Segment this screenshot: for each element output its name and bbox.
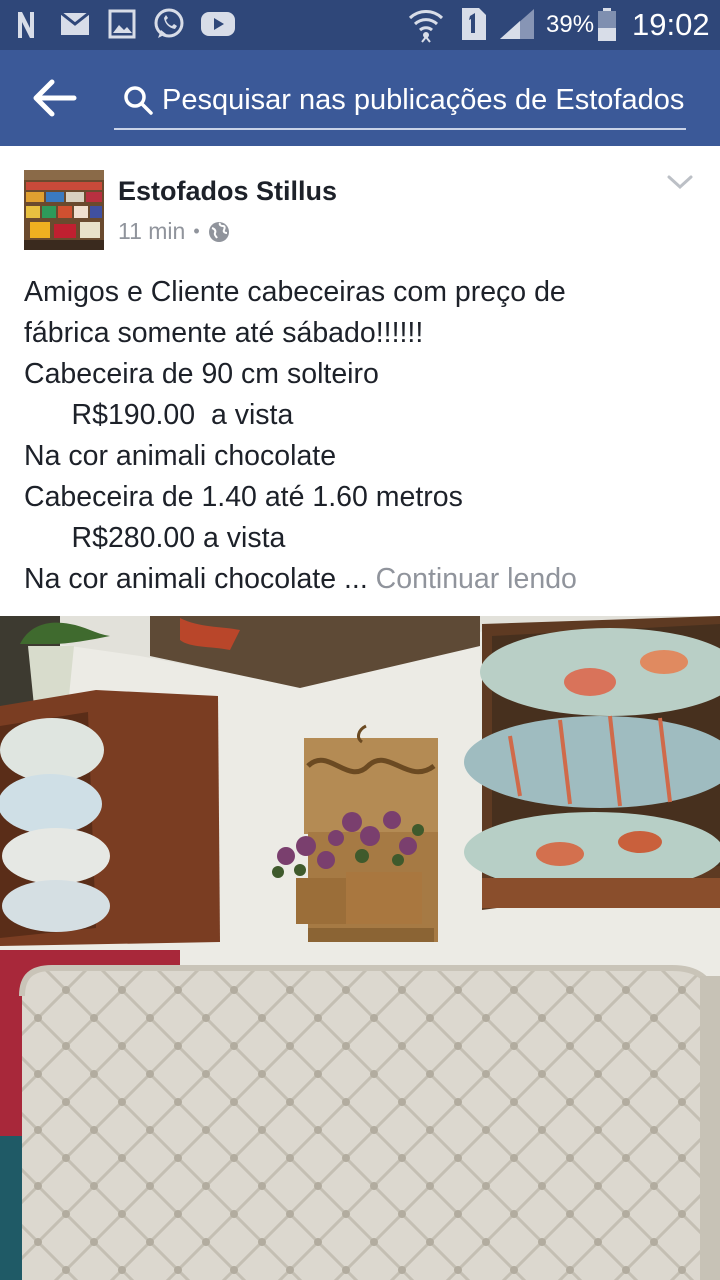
meta-separator: • <box>193 221 200 241</box>
post-photo[interactable] <box>0 616 720 1280</box>
post-body: Amigos e Cliente cabeceiras com preço de… <box>24 272 704 600</box>
status-time: 19:02 <box>632 7 710 42</box>
chevron-down-icon[interactable] <box>666 172 694 192</box>
search-icon <box>124 86 153 115</box>
gallery-icon <box>108 9 136 39</box>
post-line: R$280.00 a vista <box>24 522 286 554</box>
sim-1-icon <box>462 8 486 40</box>
post-line-text: Na cor animali chocolate ... <box>24 563 368 595</box>
search-input[interactable] <box>162 78 686 122</box>
post-line: Cabeceira de 90 cm solteiro <box>24 358 379 390</box>
back-arrow-icon[interactable] <box>30 76 78 120</box>
search-header <box>0 50 720 146</box>
status-bar: 39% 19:02 <box>0 0 720 50</box>
post-line: fábrica somente até sábado!!!!!! <box>24 317 424 349</box>
wifi-icon <box>408 10 444 43</box>
post-header: Estofados Stillus 11 min • <box>0 146 720 262</box>
mail-icon <box>60 12 90 35</box>
post-line-last: Na cor animali chocolate ... Continuar l… <box>24 559 704 600</box>
battery-icon <box>598 8 616 41</box>
signal-icon <box>500 9 534 39</box>
post-time[interactable]: 11 min <box>118 218 185 245</box>
post-line: R$190.00 a vista <box>24 399 294 431</box>
see-more-link[interactable]: Continuar lendo <box>376 563 577 595</box>
post-line: Amigos e Cliente cabeceiras com preço de <box>24 276 566 308</box>
n-icon <box>18 12 34 38</box>
page-name[interactable]: Estofados Stillus <box>118 176 337 207</box>
page-avatar[interactable] <box>24 170 104 250</box>
battery-percent: 39% <box>546 11 595 38</box>
youtube-icon <box>201 12 235 36</box>
search-bar[interactable] <box>114 72 686 130</box>
globe-icon <box>208 221 229 242</box>
post-line: Na cor animali chocolate <box>24 440 337 472</box>
post-meta: 11 min • <box>118 218 230 245</box>
post-line: Cabeceira de 1.40 até 1.60 metros <box>24 481 463 513</box>
whatsapp-icon <box>154 8 184 38</box>
